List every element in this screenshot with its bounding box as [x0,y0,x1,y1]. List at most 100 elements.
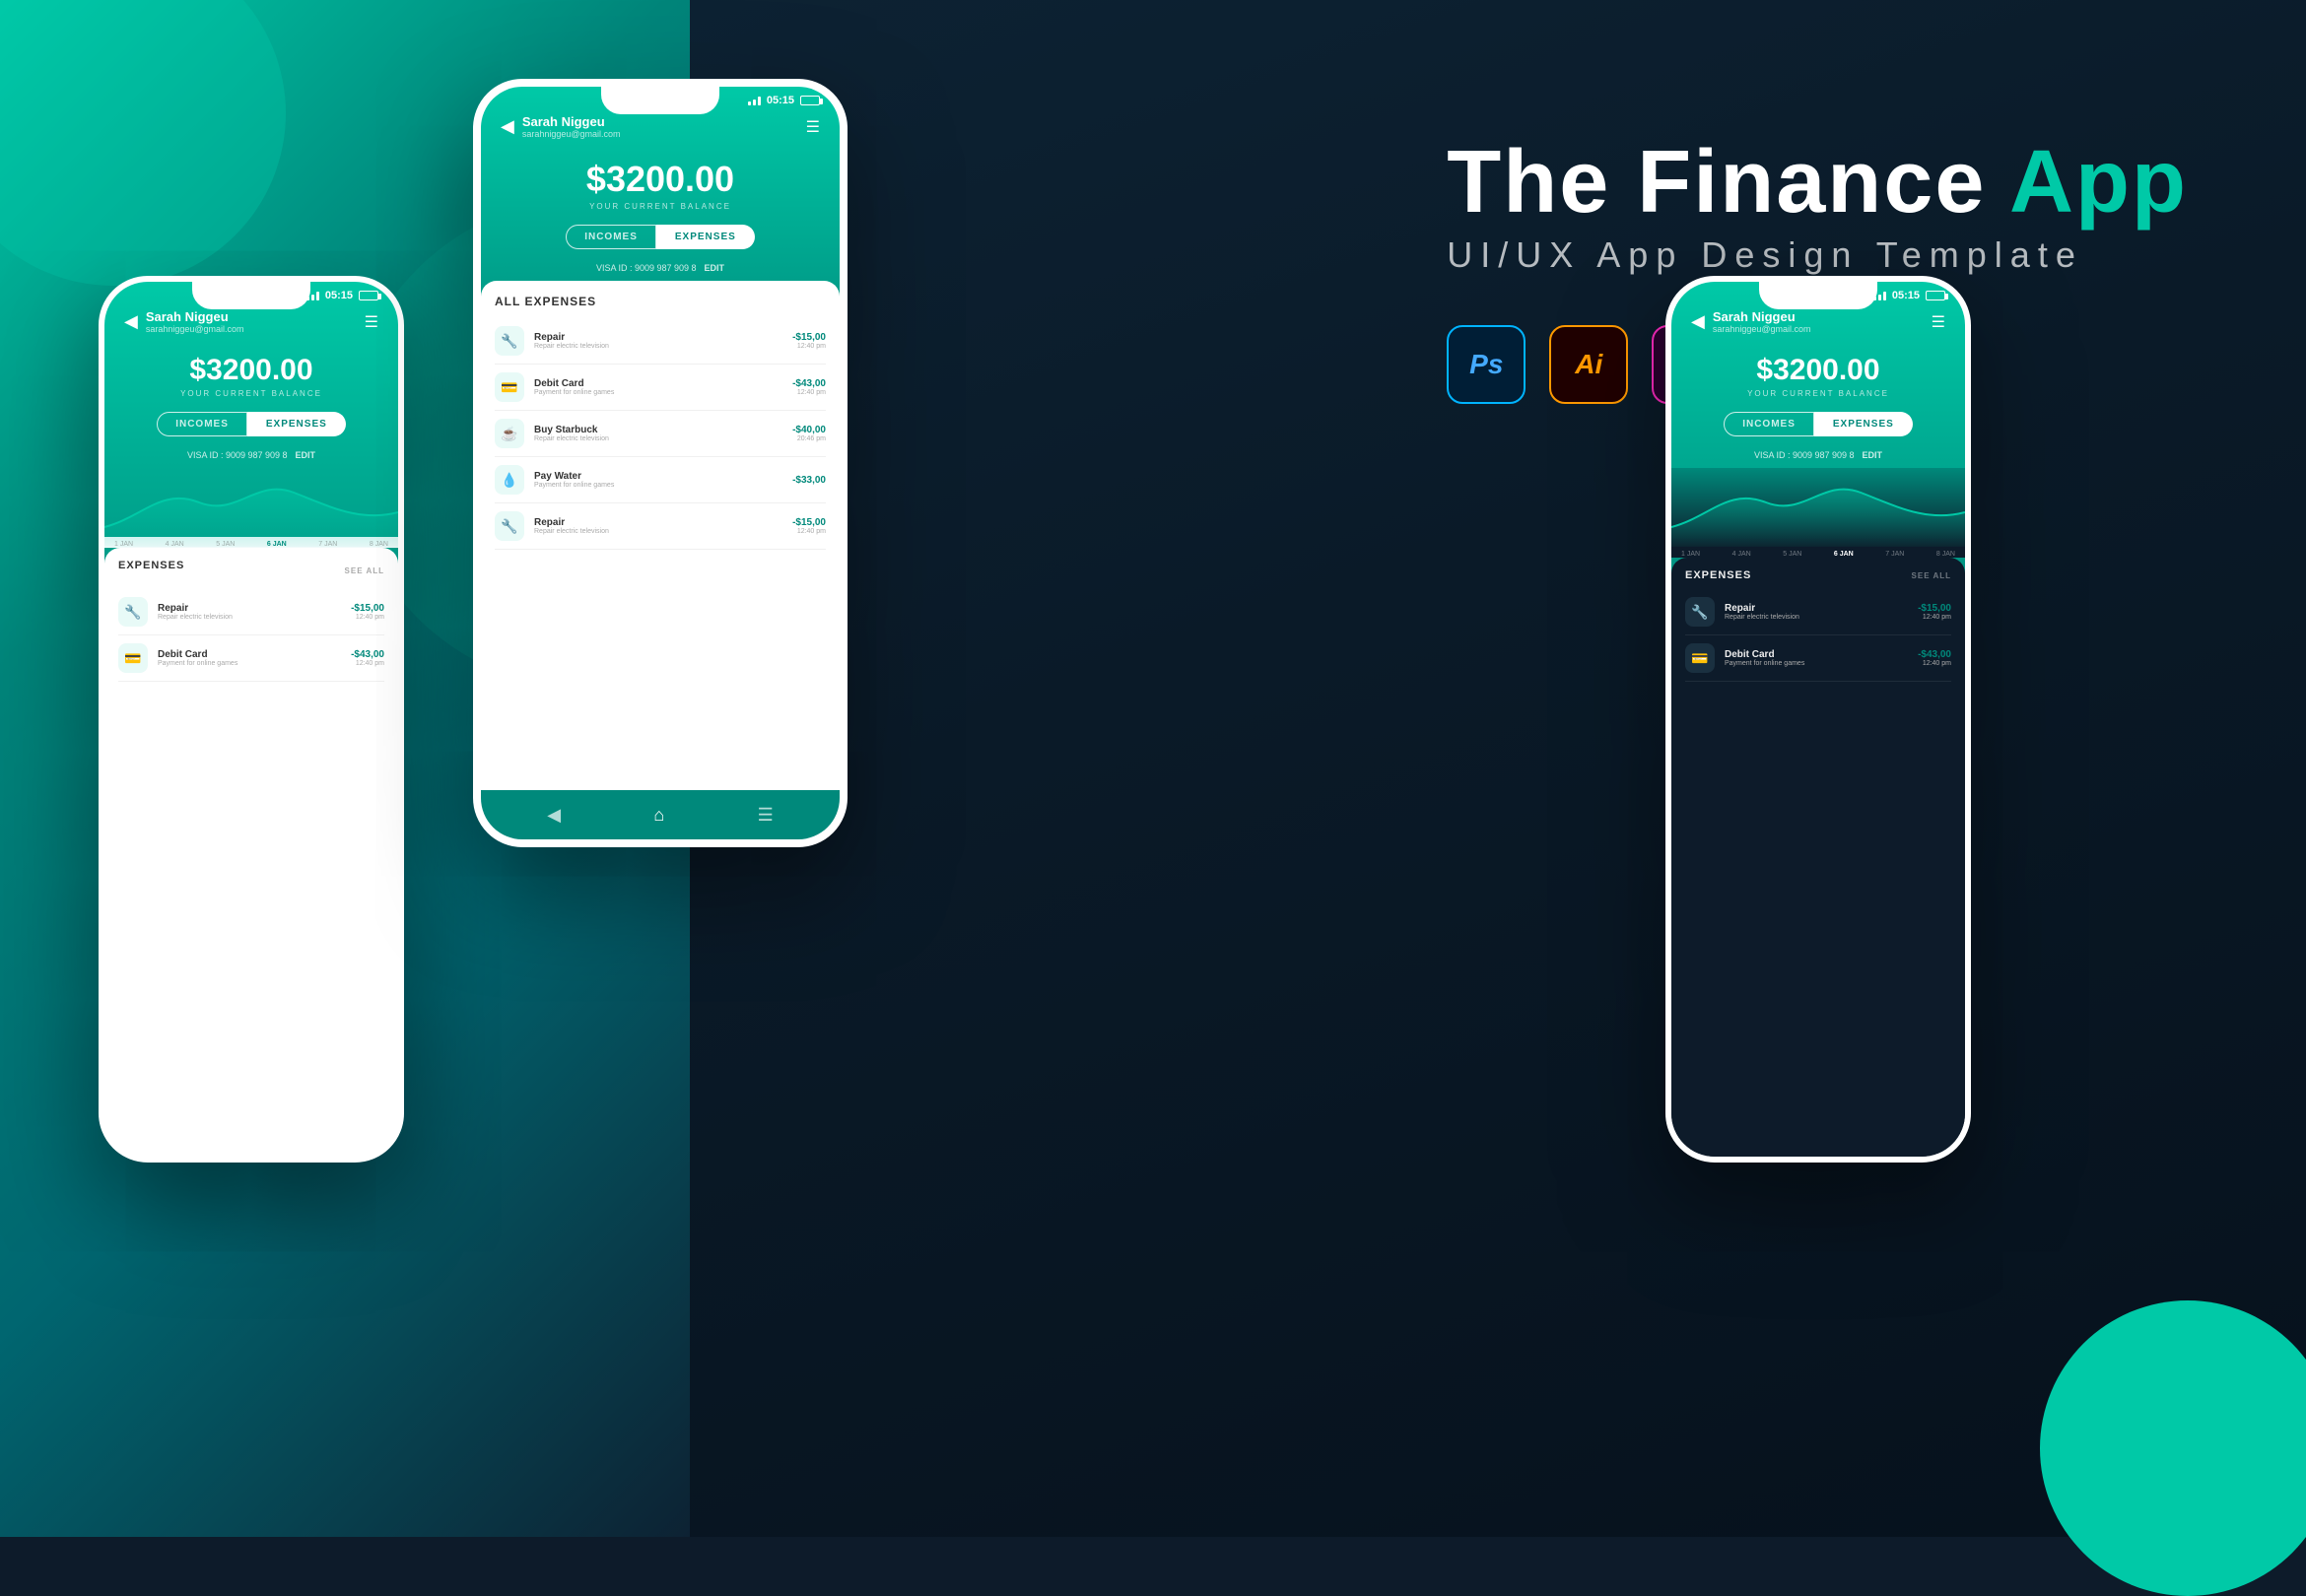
expense-details-main-2: Buy Starbuck Repair electric television [534,425,782,442]
chart-area-right [1671,468,1965,547]
see-all-left[interactable]: SEE ALL [345,566,384,575]
tab-incomes-left[interactable]: INCOMES [157,412,247,436]
balance-amount-left: $3200.00 [104,354,398,387]
battery-icon-main [800,96,820,105]
visa-row-left: VISA ID : 9009 987 909 8 EDIT [104,446,398,468]
tab-incomes-main[interactable]: INCOMES [566,225,656,249]
expense-desc-left-1: Payment for online games [158,660,341,667]
phone-right-header: ◀ Sarah Niggeu sarahniggeu@gmail.com ☰ [1671,305,1965,344]
expense-amount-main-1: -$43,00 [792,378,826,389]
tab-expenses-right[interactable]: EXPENSES [1814,412,1913,436]
user-email-right: sarahniggeu@gmail.com [1713,324,1932,334]
back-arrow-main[interactable]: ◀ [501,116,514,137]
edit-btn-right[interactable]: EDIT [1863,450,1883,460]
expense-icon-left-1: 💳 [118,643,148,673]
expense-desc-right-1: Payment for online games [1725,660,1908,667]
expense-amount-main-2: -$40,00 [792,425,826,435]
expense-name-main-3: Pay Water [534,471,782,482]
cl-6jan-right: 6 JAN [1834,551,1854,558]
expense-desc-main-0: Repair electric television [534,343,782,350]
expense-desc-main-1: Payment for online games [534,389,782,396]
expense-details-main-3: Pay Water Payment for online games [534,471,782,489]
expense-name-right-1: Debit Card [1725,649,1908,660]
expense-item-left-1: 💳 Debit Card Payment for online games -$… [118,635,384,682]
app-title: The Finance App [1447,138,2188,227]
nav-menu-main[interactable]: ☰ [758,805,774,826]
expense-amount-main-3: -$33,00 [792,475,826,486]
menu-icon-right[interactable]: ☰ [1932,312,1945,332]
all-expenses-title: ALL EXPENSES [495,295,826,308]
cl-1jan-right: 1 JAN [1681,551,1700,558]
expense-amount-right-0: -$15,00 [1918,603,1951,614]
balance-amount-right: $3200.00 [1671,354,1965,387]
expense-item-left-0: 🔧 Repair Repair electric television -$15… [118,589,384,635]
expense-icon-main-3: 💧 [495,465,524,495]
visa-text-main: VISA ID : 9009 987 909 8 [596,263,697,273]
expense-time-left-1: 12:40 pm [351,660,384,667]
menu-icon-main[interactable]: ☰ [806,117,820,137]
expense-name-main-4: Repair [534,517,782,528]
expenses-header-left: EXPENSES SEE ALL [118,560,384,581]
nav-back-main[interactable]: ◀ [547,805,561,826]
phone-main: 05:15 ◀ Sarah Niggeu sarahniggeu@gmail.c… [473,79,848,847]
visa-text-left: VISA ID : 9009 987 909 8 [187,450,288,460]
expense-name-left-1: Debit Card [158,649,341,660]
dark-section-right: EXPENSES SEE ALL 🔧 Repair Repair electri… [1671,558,1965,1157]
expense-icon-main-4: 🔧 [495,511,524,541]
user-name-right: Sarah Niggeu [1713,309,1932,324]
phone-left-header: ◀ Sarah Niggeu sarahniggeu@gmail.com ☰ [104,305,398,344]
edit-btn-left[interactable]: EDIT [296,450,316,460]
status-time-main: 05:15 [767,95,794,106]
expense-time-main-0: 12:40 pm [792,343,826,350]
expenses-header-right: EXPENSES SEE ALL [1685,569,1951,581]
expense-desc-left-0: Repair electric television [158,614,341,621]
expense-details-main-0: Repair Repair electric television [534,332,782,350]
app-subtitle: UI/UX App Design Template [1447,234,2188,276]
expense-details-left-0: Repair Repair electric television [158,603,341,621]
expense-icon-main-0: 🔧 [495,326,524,356]
user-info-left: Sarah Niggeu sarahniggeu@gmail.com [146,309,365,334]
photoshop-icon: Ps [1447,325,1526,404]
expense-desc-main-2: Repair electric television [534,435,782,442]
balance-amount-main: $3200.00 [481,159,840,200]
white-section-left: EXPENSES SEE ALL 🔧 Repair Repair electri… [104,548,398,1157]
balance-label-left: YOUR CURRENT BALANCE [104,389,398,398]
expense-name-main-0: Repair [534,332,782,343]
see-all-right[interactable]: SEE ALL [1912,571,1951,580]
phone-left: 05:15 ◀ Sarah Niggeu sarahniggeu@gmail.c… [99,276,404,1163]
expense-icon-right-1: 💳 [1685,643,1715,673]
expense-name-main-1: Debit Card [534,378,782,389]
nav-home-main[interactable]: ⌂ [653,805,664,826]
balance-label-right: YOUR CURRENT BALANCE [1671,389,1965,398]
tab-expenses-main[interactable]: EXPENSES [656,225,755,249]
balance-label-main: YOUR CURRENT BALANCE [481,202,840,211]
expense-time-right-1: 12:40 pm [1918,660,1951,667]
expense-time-main-2: 20:46 pm [792,435,826,442]
balance-section-main: $3200.00 YOUR CURRENT BALANCE [481,149,840,225]
edit-btn-main[interactable]: EDIT [705,263,725,273]
expense-desc-main-3: Payment for online games [534,482,782,489]
cl-5jan-right: 5 JAN [1783,551,1801,558]
title-text-teal: App [2009,133,2188,232]
title-text-pre: The Finance [1447,133,2009,232]
cl-7jan-right: 7 JAN [1885,551,1904,558]
expense-icon-main-1: 💳 [495,372,524,402]
white-section-main: ALL EXPENSES 🔧 Repair Repair electric te… [481,281,840,839]
menu-icon-left[interactable]: ☰ [365,312,378,332]
section-title-right: EXPENSES [1685,569,1751,581]
expense-icon-left-0: 🔧 [118,597,148,627]
status-time-left: 05:15 [325,290,353,301]
expense-amount-main-4: -$15,00 [792,517,826,528]
phone-right: 05:15 ◀ Sarah Niggeu sarahniggeu@gmail.c… [1665,276,1971,1163]
tab-incomes-right[interactable]: INCOMES [1724,412,1814,436]
expense-time-main-1: 12:40 pm [792,389,826,396]
expense-right-1: 💳 Debit Card Payment for online games -$… [1685,635,1951,682]
expense-details-main-1: Debit Card Payment for online games [534,378,782,396]
back-arrow-right[interactable]: ◀ [1691,311,1705,332]
back-arrow-left[interactable]: ◀ [124,311,138,332]
expense-amount-main-0: -$15,00 [792,332,826,343]
tab-expenses-left[interactable]: EXPENSES [247,412,346,436]
expense-time-left-0: 12:40 pm [351,614,384,621]
chart-area-left [104,468,398,547]
expense-details-left-1: Debit Card Payment for online games [158,649,341,667]
